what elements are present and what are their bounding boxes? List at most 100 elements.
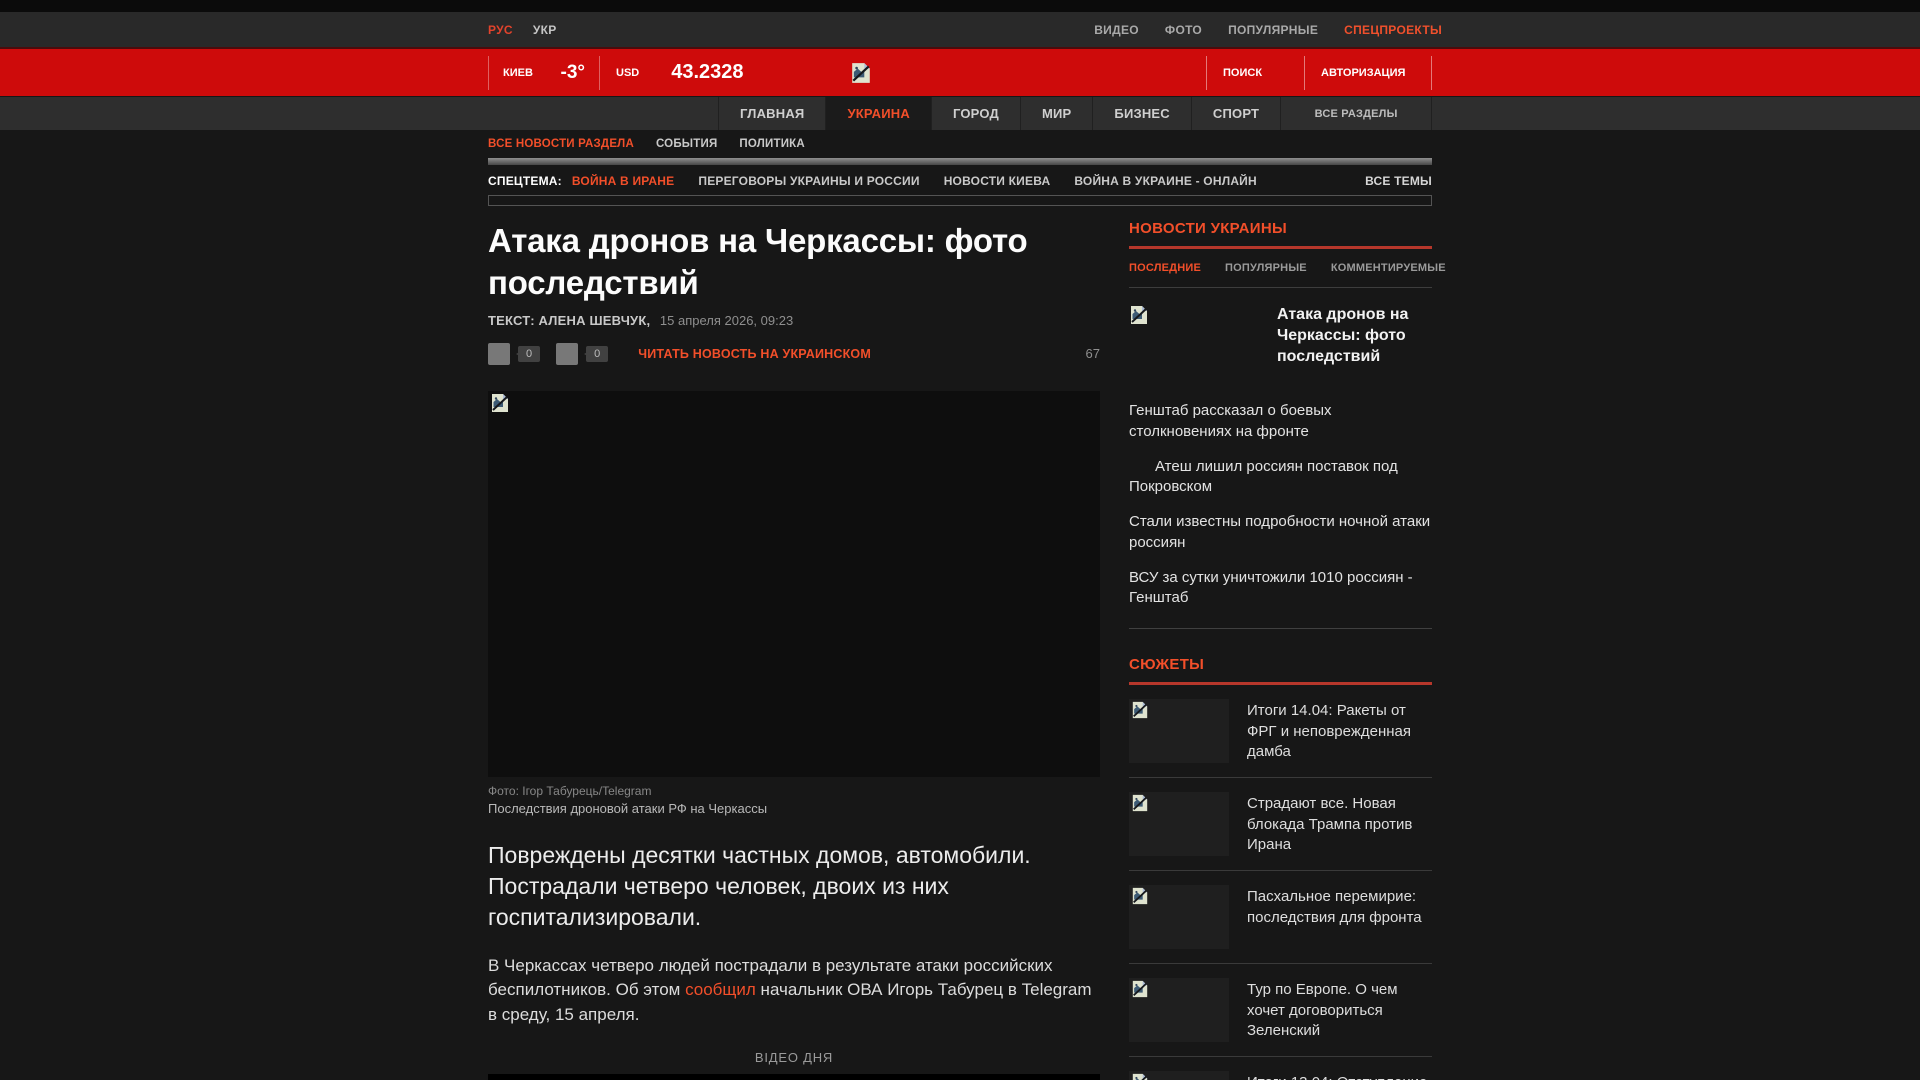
language-switcher: РУС УКР	[488, 23, 557, 37]
twitter-share-button[interactable]	[556, 343, 578, 365]
auth-button[interactable]: АВТОРИЗАЦИЯ	[1304, 56, 1432, 90]
news-list-item[interactable]: Стали известны подробности ночной атаки …	[1129, 512, 1432, 553]
tab-popular[interactable]: ПОПУЛЯРНЫЕ	[1225, 262, 1307, 274]
news-list-item[interactable]: ВСУ за сутки уничтожили 1010 россиян - Г…	[1129, 568, 1432, 609]
site-header: КИЕВ -3° USD 43.2328 ПОИСК АВТОРИЗАЦИЯ	[0, 49, 1920, 96]
nav-item-business[interactable]: БИЗНЕС	[1092, 97, 1190, 130]
broken-image-icon	[1131, 980, 1149, 998]
news-list-item[interactable]: Атеш лишил россиян поставок под Покровск…	[1129, 457, 1432, 498]
broken-image-icon	[1131, 701, 1149, 719]
main-nav: ГЛАВНАЯ УКРАИНА ГОРОД МИР БИЗНЕС СПОРТ В…	[0, 96, 1920, 130]
share-widget-twitter: 0	[556, 343, 608, 365]
topic-item[interactable]: Пасхальное перемирие: последствия для фр…	[1129, 870, 1432, 963]
weather-temperature: -3°	[561, 62, 586, 84]
nav-item-ukraine[interactable]: УКРАИНА	[825, 97, 930, 130]
spectema-topic-war-online[interactable]: ВОЙНА В УКРАИНЕ - ОНЛАЙН	[1074, 174, 1257, 188]
facebook-share-button[interactable]	[488, 343, 510, 365]
spectema-topic-negotiations[interactable]: ПЕРЕГОВОРЫ УКРАИНЫ И РОССИИ	[698, 174, 919, 188]
currency-rate: 43.2328	[671, 61, 743, 84]
divider	[1129, 628, 1432, 629]
facebook-share-count: 0	[518, 346, 540, 362]
topic-item[interactable]: Страдают все. Новая блокада Трампа проти…	[1129, 777, 1432, 870]
tab-commented[interactable]: КОММЕНТИРУЕМЫЕ	[1331, 262, 1446, 274]
topic-item[interactable]: Тур по Европе. О чем хочет договориться …	[1129, 963, 1432, 1056]
topbar-link-specprojects[interactable]: СПЕЦПРОЕКТЫ	[1344, 23, 1442, 37]
sidebar-news-title: НОВОСТИ УКРАИНЫ	[1129, 220, 1432, 237]
topbar-links: ВИДЕО ФОТО ПОПУЛЯРНЫЕ СПЕЦПРОЕКТЫ	[1094, 23, 1442, 37]
nav-item-world[interactable]: МИР	[1020, 97, 1092, 130]
top-bar: РУС УКР ВИДЕО ФОТО ПОПУЛЯРНЫЕ СПЕЦПРОЕКТ…	[0, 12, 1920, 49]
lang-ukr[interactable]: УКР	[533, 23, 557, 37]
topic-title: Итоги 13.04: Отступление ВСУ и Трамп про…	[1247, 1071, 1432, 1080]
broken-image-icon	[1131, 794, 1149, 812]
tab-latest[interactable]: ПОСЛЕДНИЕ	[1129, 262, 1201, 274]
spectema-all-topics[interactable]: ВСЕ ТЕМЫ	[1365, 174, 1432, 188]
search-button[interactable]: ПОИСК	[1206, 56, 1304, 90]
article-date: 15 апреля 2026, 09:23	[660, 313, 793, 328]
site-logo[interactable]	[850, 62, 872, 84]
subnav-events[interactable]: СОБЫТИЯ	[656, 138, 717, 150]
nav-item-sport[interactable]: СПОРТ	[1191, 97, 1280, 130]
topbar-link-popular[interactable]: ПОПУЛЯРНЫЕ	[1228, 23, 1318, 37]
topic-title: Тур по Европе. О чем хочет договориться …	[1247, 978, 1432, 1042]
source-link[interactable]: сообщил	[685, 980, 756, 999]
article-byline: ТЕКСТ: АЛЕНА ШЕВЧУК, 15 апреля 2026, 09:…	[488, 313, 1100, 328]
read-in-ukrainian-link[interactable]: ЧИТАТЬ НОВОСТЬ НА УКРАИНСКОМ	[638, 347, 871, 361]
topic-title: Итоги 14.04: Ракеты от ФРГ и неповрежден…	[1247, 699, 1432, 763]
nav-item-city[interactable]: ГОРОД	[931, 97, 1020, 130]
currency-code: USD	[616, 67, 639, 79]
top-strip	[0, 0, 1920, 12]
subnav-politics[interactable]: ПОЛИТИКА	[739, 138, 804, 150]
empty-banner-box	[488, 195, 1432, 206]
broken-image-icon	[1131, 1073, 1149, 1080]
sidebar-news-tabs: ПОСЛЕДНИЕ ПОПУЛЯРНЫЕ КОММЕНТИРУЕМЫЕ	[1129, 262, 1432, 288]
search-label: ПОИСК	[1223, 67, 1262, 79]
broken-image-icon	[1131, 887, 1149, 905]
nav-item-main[interactable]: ГЛАВНАЯ	[718, 97, 825, 130]
section-subnav: ВСЕ НОВОСТИ РАЗДЕЛА СОБЫТИЯ ПОЛИТИКА	[0, 130, 1920, 158]
sidebar-topics-title: СЮЖЕТЫ	[1129, 656, 1432, 673]
ad-strip	[488, 158, 1432, 165]
nav-item-all-sections[interactable]: ВСЕ РАЗДЕЛЫ	[1280, 97, 1432, 130]
article: Атака дронов на Черкассы: фото последств…	[488, 220, 1100, 1080]
featured-thumbnail	[1129, 305, 1277, 367]
broken-image-icon	[490, 393, 510, 413]
spectema-topic-kyiv-news[interactable]: НОВОСТИ КИЕВА	[944, 174, 1051, 188]
topics-section: СЮЖЕТЫ Итоги 14.04: Ракеты от ФРГ и непо…	[1129, 656, 1432, 1080]
share-widget-facebook: 0	[488, 343, 540, 365]
topic-item[interactable]: Итоги 14.04: Ракеты от ФРГ и неповрежден…	[1129, 685, 1432, 777]
topic-thumbnail	[1129, 1071, 1229, 1080]
topic-thumbnail	[1129, 978, 1229, 1042]
comments-count: 67	[1086, 346, 1100, 361]
broken-image-icon	[850, 62, 872, 84]
topbar-link-video[interactable]: ВИДЕО	[1094, 23, 1139, 37]
twitter-share-count: 0	[586, 346, 608, 362]
article-paragraph: В Черкассах четверо людей пострадали в р…	[488, 954, 1100, 1028]
subnav-all-news[interactable]: ВСЕ НОВОСТИ РАЗДЕЛА	[488, 138, 634, 150]
topic-thumbnail	[1129, 792, 1229, 856]
broken-image-icon	[1129, 305, 1149, 325]
currency-widget[interactable]: USD 43.2328	[600, 56, 758, 90]
weather-city: КИЕВ	[503, 67, 533, 79]
topbar-link-photo[interactable]: ФОТО	[1165, 23, 1202, 37]
article-image-placeholder	[488, 391, 1100, 777]
red-rule	[1129, 246, 1432, 249]
featured-news-item[interactable]: Атака дронов на Черкассы: фото последств…	[1129, 305, 1432, 367]
lang-rus[interactable]: РУС	[488, 23, 513, 37]
sidebar: НОВОСТИ УКРАИНЫ ПОСЛЕДНИЕ ПОПУЛЯРНЫЕ КОМ…	[1129, 220, 1432, 1080]
news-list: Генштаб рассказал о боевых столкновениях…	[1129, 401, 1432, 608]
featured-news-title: Атака дронов на Черкассы: фото последств…	[1277, 305, 1432, 367]
article-lead: Повреждены десятки частных домов, автомо…	[488, 840, 1100, 934]
article-title: Атака дронов на Черкассы: фото последств…	[488, 220, 1100, 304]
weather-widget[interactable]: КИЕВ -3°	[488, 56, 600, 90]
news-list-item[interactable]: Генштаб рассказал о боевых столкновениях…	[1129, 401, 1432, 442]
video-player[interactable]	[488, 1074, 1100, 1080]
spectema-featured-link[interactable]: ВОЙНА В ИРАНЕ	[572, 174, 675, 188]
video-of-day-label: ВІДЕО ДНЯ	[488, 1050, 1100, 1065]
share-row: 0 0 ЧИТАТЬ НОВОСТЬ НА УКРАИНСКОМ 67	[488, 343, 1100, 365]
topic-item[interactable]: Итоги 13.04: Отступление ВСУ и Трамп про…	[1129, 1056, 1432, 1080]
spectema-bar: СПЕЦТЕМА: ВОЙНА В ИРАНЕ ПЕРЕГОВОРЫ УКРАИ…	[0, 171, 1920, 191]
topic-thumbnail	[1129, 699, 1229, 763]
topic-thumbnail	[1129, 885, 1229, 949]
spectema-label: СПЕЦТЕМА:	[488, 174, 562, 188]
